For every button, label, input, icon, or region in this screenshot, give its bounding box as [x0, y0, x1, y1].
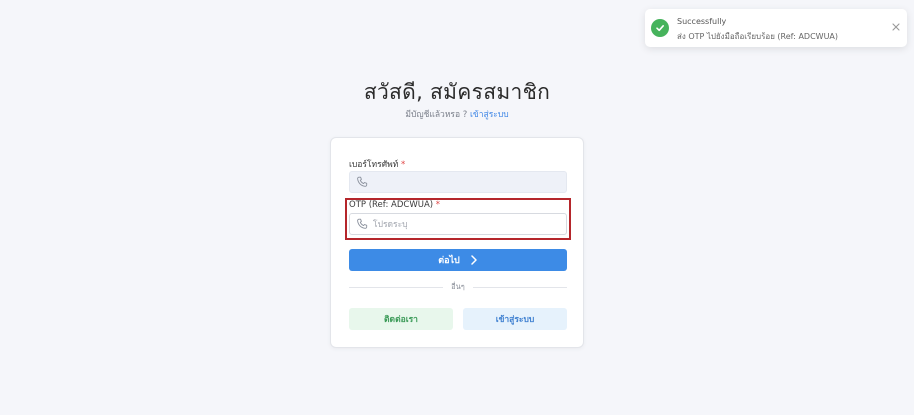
chevron-right-icon: [470, 255, 478, 265]
page-subtitle: มีบัญชีแล้วหรอ ? เข้าสู่ระบบ: [0, 107, 914, 121]
toast-notification: Successfully ส่ง OTP ไปยังมือถือเรียบร้อ…: [645, 9, 907, 47]
divider-line: [349, 286, 444, 288]
phone-input[interactable]: [349, 171, 567, 193]
otp-label-text: OTP (Ref: ADCWUA): [349, 200, 434, 210]
close-icon[interactable]: [891, 22, 901, 32]
toast-message: ส่ง OTP ไปยังมือถือเรียบร้อย (Ref: ADCWU…: [677, 32, 839, 41]
divider-text: อื่นๆ: [451, 282, 465, 291]
check-circle-icon: [651, 19, 669, 37]
phone-icon: [356, 176, 368, 188]
otp-label: OTP (Ref: ADCWUA) *: [349, 200, 440, 210]
register-card: เบอร์โทรศัพท์ * OTP (Ref: ADCWUA) * โปรด…: [330, 137, 584, 348]
next-button-label: ต่อไป: [438, 256, 460, 266]
phone-label: เบอร์โทรศัพท์ *: [349, 157, 405, 171]
divider: อื่นๆ: [349, 281, 568, 293]
next-button[interactable]: ต่อไป: [349, 249, 567, 271]
required-mark: *: [435, 200, 441, 210]
phone-icon: [356, 218, 368, 230]
phone-label-text: เบอร์โทรศัพท์: [349, 160, 399, 170]
required-mark: *: [401, 160, 406, 170]
page-title: สวัสดี, สมัครสมาชิก: [363, 80, 551, 104]
contact-button[interactable]: ติดต่อเรา: [349, 308, 453, 330]
otp-input[interactable]: โปรดระบุ: [349, 213, 567, 235]
login-link[interactable]: เข้าสู่ระบบ: [470, 110, 509, 120]
toast-title: Successfully: [677, 17, 727, 26]
otp-placeholder: โปรดระบุ: [373, 220, 408, 230]
subtitle-text: มีบัญชีแล้วหรอ ?: [405, 110, 471, 120]
divider-line: [472, 286, 568, 288]
login-button[interactable]: เข้าสู่ระบบ: [463, 308, 567, 330]
